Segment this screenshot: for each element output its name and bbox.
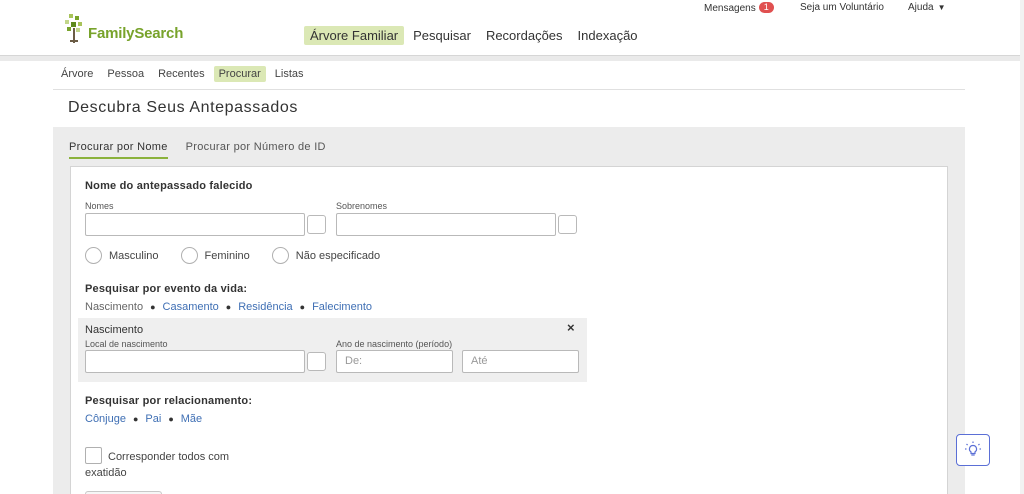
main-nav: Árvore Familiar Pesquisar Recordações In… (304, 26, 647, 45)
subnav-recentes[interactable]: Recentes (153, 66, 209, 82)
caret-down-icon: ▼ (937, 3, 946, 12)
nav-indexacao[interactable]: Indexação (572, 26, 644, 45)
separator-dot: ● (150, 302, 156, 312)
help-label: Ajuda (908, 2, 934, 13)
relation-father-link[interactable]: Pai (145, 413, 161, 425)
familysearch-tree-icon (65, 14, 82, 43)
page-title: Descubra Seus Antepassados (68, 99, 298, 116)
subnav-procurar[interactable]: Procurar (213, 66, 266, 82)
separator-dot: ● (168, 414, 174, 424)
scrollbar-track[interactable] (1020, 0, 1024, 494)
relationship-links: Cônjuge ● Pai ● Mãe (85, 413, 202, 425)
ancestor-heading: Nome do antepassado falecido (85, 180, 253, 192)
tip-button[interactable] (956, 434, 990, 466)
nav-pesquisar[interactable]: Pesquisar (407, 26, 477, 45)
gender-radio-group: Masculino Feminino Não especificado (85, 247, 402, 264)
volunteer-link[interactable]: Seja um Voluntário (800, 2, 884, 13)
search-form-card: Nome do antepassado falecido Nomes Sobre… (70, 166, 948, 494)
tab-search-by-name[interactable]: Procurar por Nome (69, 141, 168, 159)
first-names-exact-toggle[interactable] (307, 215, 326, 234)
birth-event-box: Nascimento × Local de nascimento Ano de … (78, 318, 587, 382)
surnames-label: Sobrenomes (336, 201, 388, 211)
separator-dot: ● (132, 414, 139, 424)
exact-match-label: Corresponder todos com exatidão (85, 451, 230, 479)
relation-mother-link[interactable]: Mãe (181, 413, 202, 425)
radio-circle (85, 247, 102, 264)
subnav-divider (53, 89, 965, 90)
separator-dot: ● (299, 302, 306, 312)
event-death-link[interactable]: Falecimento (312, 301, 372, 313)
radio-circle (180, 247, 198, 264)
nav-recordacoes[interactable]: Recordações (480, 26, 569, 45)
radio-circle (271, 247, 289, 264)
nav-arvore-familiar[interactable]: Árvore Familiar (304, 26, 405, 45)
relationship-heading: Pesquisar por relacionamento: (85, 395, 253, 407)
first-names-input[interactable] (85, 213, 305, 236)
logo-text: FamilySearch (88, 25, 184, 42)
page: Mensagens 1 Seja um Voluntário Ajuda ▼ Fam… (0, 0, 1024, 494)
exact-match-checkbox[interactable]: Corresponder todos com exatidão (85, 447, 265, 481)
search-tabs: Procurar por Nome Procurar por Número de… (69, 141, 344, 159)
surnames-input[interactable] (336, 213, 556, 236)
close-icon[interactable]: × (567, 320, 575, 335)
separator-dot: ● (225, 302, 232, 312)
help-menu[interactable]: Ajuda ▼ (908, 2, 946, 13)
subnav-pessoa[interactable]: Pessoa (102, 66, 149, 82)
tab-search-by-id[interactable]: Procurar por Número de ID (186, 141, 326, 159)
gender-unspecified-radio[interactable]: Não especificado (271, 247, 381, 264)
familysearch-logo[interactable]: FamilySearch (64, 13, 183, 45)
header-divider (0, 55, 1024, 61)
sub-nav: Árvore Pessoa Recentes Procurar Listas (56, 66, 313, 82)
birth-place-label: Local de nascimento (85, 339, 168, 349)
gender-unspecified-label: Não especificado (295, 249, 381, 262)
subnav-listas[interactable]: Listas (270, 66, 309, 82)
birth-event-title: Nascimento (85, 324, 144, 336)
surnames-exact-toggle[interactable] (558, 215, 577, 234)
gender-female-label: Feminino (204, 249, 250, 262)
gender-male-radio[interactable]: Masculino (85, 247, 159, 264)
event-birth: Nascimento (85, 301, 144, 313)
life-event-heading: Pesquisar por evento da vida: (85, 283, 248, 295)
subnav-arvore[interactable]: Árvore (56, 66, 98, 82)
life-event-links: Nascimento ● Casamento ● Residência ● Fa… (85, 301, 372, 313)
birth-year-from-input[interactable]: De: (336, 350, 453, 373)
lightbulb-icon (965, 441, 981, 456)
birth-year-label: Ano de nascimento (período) (336, 339, 453, 349)
messages-link[interactable]: Mensagens 1 (704, 2, 774, 14)
gender-female-radio[interactable]: Feminino (180, 247, 250, 264)
relation-spouse-link[interactable]: Cônjuge (85, 413, 126, 425)
event-residence-link[interactable]: Residência (238, 301, 292, 313)
checkbox-box (85, 447, 102, 464)
birth-year-to-input[interactable]: Até (462, 350, 579, 373)
first-names-label: Nomes (85, 201, 114, 211)
search-panel: Procurar por Nome Procurar por Número de… (53, 127, 965, 494)
birth-place-input[interactable] (85, 350, 305, 373)
birth-place-exact-toggle[interactable] (307, 352, 326, 371)
gender-male-label: Masculino (109, 249, 159, 262)
event-marriage-link[interactable]: Casamento (163, 301, 219, 313)
messages-label: Mensagens (704, 3, 756, 14)
messages-count-badge: 1 (758, 2, 774, 13)
